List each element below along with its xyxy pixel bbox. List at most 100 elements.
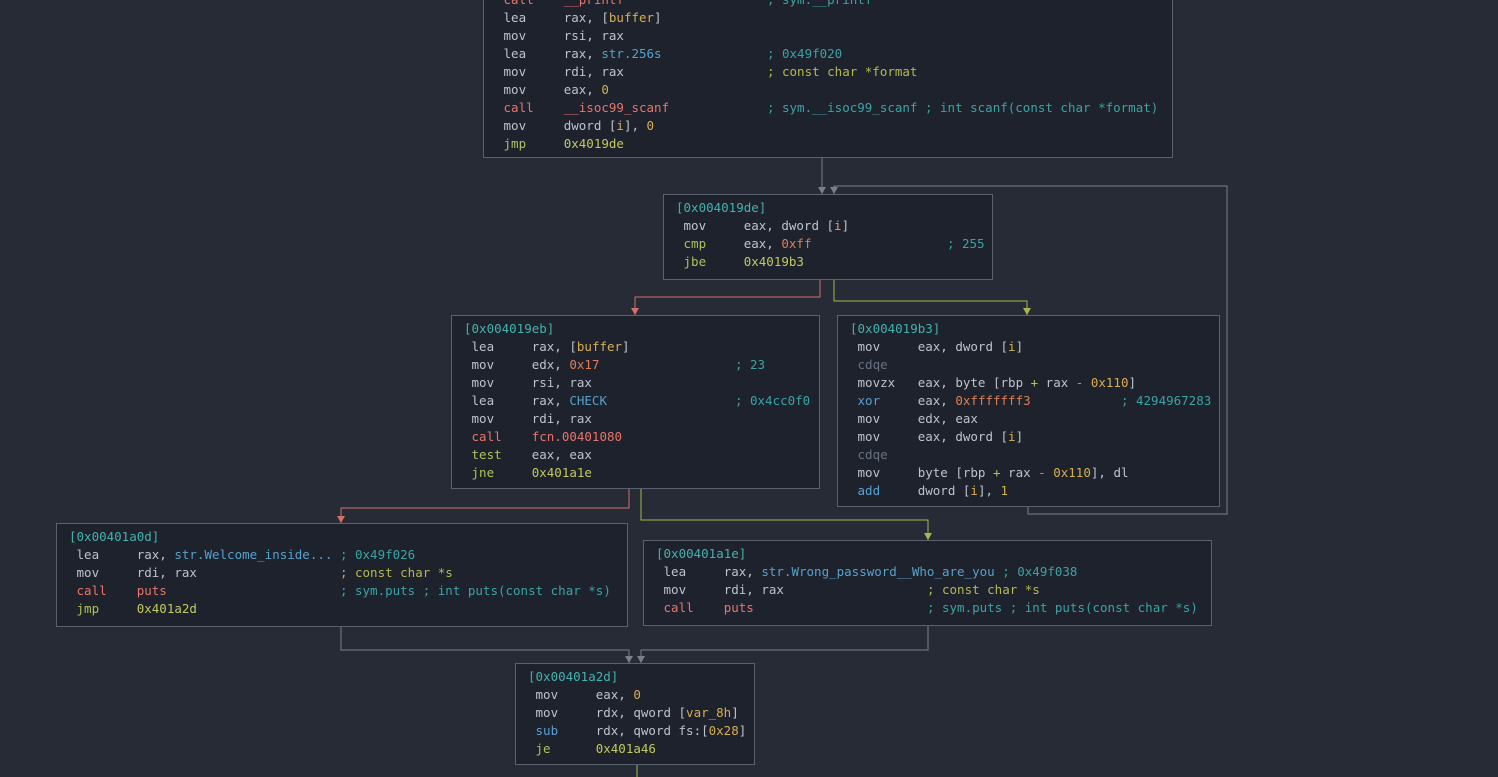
asm-token: lea rax,	[69, 547, 174, 562]
asm-token: ]	[622, 339, 630, 354]
asm-token: je	[528, 741, 596, 756]
asm-token: 0xff	[781, 236, 811, 251]
asm-token: mov rdi, rax	[69, 565, 197, 580]
asm-token: buffer	[577, 339, 622, 354]
asm-line: lea rax, [buffer]	[464, 338, 815, 356]
asm-token: ; sym.__isoc99_scanf ; int scanf(const c…	[767, 100, 1158, 115]
asm-token: call __printf	[496, 0, 624, 7]
asm-token: 0	[633, 687, 641, 702]
basic-block-entry-clipped[interactable]: call __printf ; sym.__printf lea rax, [b…	[483, 0, 1173, 158]
edge-arrowhead	[830, 187, 838, 194]
asm-token: ; const char *s	[927, 582, 1040, 597]
asm-token: 0x401a1e	[532, 465, 592, 480]
asm-token: call __isoc99_scanf	[496, 100, 669, 115]
asm-token: mov eax, dword [	[850, 429, 1008, 444]
asm-line: lea rax, str.256s ; 0x49f020	[496, 45, 1168, 63]
asm-token: test	[464, 447, 532, 462]
asm-token: dword [	[918, 483, 971, 498]
asm-token: 0	[647, 118, 655, 133]
asm-token: jne	[464, 465, 532, 480]
edge-red	[341, 489, 629, 523]
asm-line: test eax, eax	[464, 446, 815, 464]
asm-line: mov edx, eax	[850, 410, 1215, 428]
asm-token: str.Wrong_password__Who_are_you	[761, 564, 994, 579]
asm-token: i	[1008, 339, 1016, 354]
asm-line: mov rdi, rax ; const char *s	[656, 581, 1207, 599]
asm-token: mov eax, dword [	[850, 339, 1008, 354]
edge-gray	[341, 627, 629, 663]
asm-token: 0x4019de	[564, 136, 624, 151]
asm-token: movzx eax, byte [rbp	[850, 375, 1031, 390]
asm-token	[811, 236, 946, 251]
asm-token	[754, 600, 927, 615]
asm-token: ; const char *format	[767, 64, 918, 79]
asm-line: lea rax, str.Wrong_password__Who_are_you…	[656, 563, 1207, 581]
block-address-label: [0x00401a1e]	[656, 545, 1207, 563]
asm-line: je 0x401a46	[528, 740, 750, 758]
asm-token: eax,	[918, 393, 956, 408]
block-address-label: [0x00401a0d]	[69, 528, 623, 546]
asm-token	[167, 583, 340, 598]
asm-token: call puts	[656, 600, 754, 615]
asm-token	[1031, 393, 1121, 408]
asm-token: ; 0x49f038	[1002, 564, 1077, 579]
basic-block-0x00401a2d[interactable]: [0x00401a2d] mov eax, 0 mov rdx, qword […	[515, 663, 755, 765]
asm-line: lea rax, [buffer]	[496, 9, 1168, 27]
asm-token: jbe	[676, 254, 744, 269]
asm-token: ]	[842, 218, 850, 233]
asm-token: mov edx, eax	[850, 411, 978, 426]
edge-arrowhead	[924, 533, 932, 540]
asm-line: sub rdx, qword fs:[0x28]	[528, 722, 750, 740]
basic-block-0x00401a0d[interactable]: [0x00401a0d] lea rax, str.Welcome_inside…	[56, 523, 628, 627]
edge-green	[834, 280, 1027, 315]
asm-token	[607, 393, 735, 408]
asm-token: sub	[528, 723, 596, 738]
asm-token: ],	[978, 483, 1001, 498]
asm-token: eax, eax	[532, 447, 592, 462]
asm-line: movzx eax, byte [rbp + rax - 0x110]	[850, 374, 1215, 392]
asm-token: 0x401a46	[596, 741, 656, 756]
asm-token: mov rsi, rax	[496, 28, 624, 43]
asm-line: mov rdx, qword [var_8h]	[528, 704, 750, 722]
asm-line: cdqe	[850, 356, 1215, 374]
disassembly-graph-view: call __printf ; sym.__printf lea rax, [b…	[0, 0, 1498, 777]
asm-token: ; 0x49f026	[340, 547, 415, 562]
basic-block-0x004019b3[interactable]: [0x004019b3] mov eax, dword [i] cdqe mov…	[837, 315, 1220, 507]
asm-token: i	[1008, 429, 1016, 444]
asm-token: ]	[739, 723, 747, 738]
asm-token: str.Welcome_inside...	[174, 547, 332, 562]
edge-arrowhead	[818, 187, 826, 194]
asm-line: jmp 0x4019de	[496, 135, 1168, 153]
asm-token: ]	[654, 10, 662, 25]
asm-line: mov eax, 0	[528, 686, 750, 704]
asm-token: mov rdx, qword [	[528, 705, 686, 720]
asm-token: 0x28	[709, 723, 739, 738]
asm-token: mov edx,	[464, 357, 569, 372]
asm-token: lea rax,	[656, 564, 761, 579]
asm-token	[332, 547, 340, 562]
asm-token	[197, 565, 340, 580]
asm-token: 0xfffffff3	[955, 393, 1030, 408]
asm-token: mov rdi, rax	[464, 411, 592, 426]
asm-token: ; 4294967283	[1121, 393, 1211, 408]
asm-line: mov rsi, rax	[496, 27, 1168, 45]
asm-token: buffer	[609, 10, 654, 25]
asm-token: -	[1038, 465, 1046, 480]
edge-arrowhead	[1023, 308, 1031, 315]
asm-token: 0x4019b3	[744, 254, 804, 269]
asm-token: mov eax,	[496, 82, 601, 97]
asm-token: mov rsi, rax	[464, 375, 592, 390]
block-address-label: [0x004019b3]	[850, 320, 1215, 338]
basic-block-0x004019eb[interactable]: [0x004019eb] lea rax, [buffer] mov edx, …	[451, 315, 820, 489]
basic-block-0x00401a1e[interactable]: [0x00401a1e] lea rax, str.Wrong_password…	[643, 540, 1212, 626]
asm-line: mov dword [i], 0	[496, 117, 1168, 135]
asm-token: ]	[1016, 429, 1024, 444]
asm-token	[662, 46, 767, 61]
asm-token: lea rax,	[496, 46, 601, 61]
asm-token: lea rax,	[464, 393, 569, 408]
asm-token: ; 255	[947, 236, 985, 251]
asm-token: i	[834, 218, 842, 233]
asm-token: CHECK	[569, 393, 607, 408]
basic-block-0x004019de[interactable]: [0x004019de] mov eax, dword [i] cmp eax,…	[663, 194, 993, 280]
asm-token: str.256s	[601, 46, 661, 61]
